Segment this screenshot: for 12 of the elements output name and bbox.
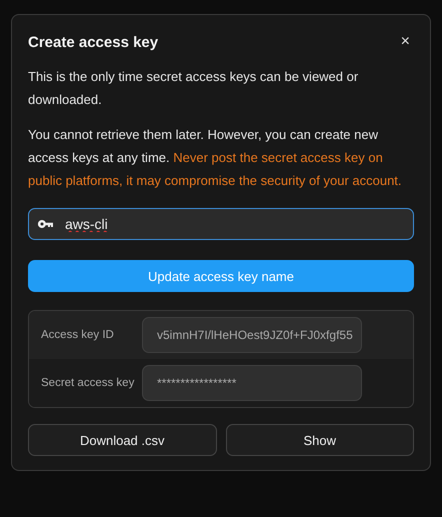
key-value: ***************** [142,365,362,401]
key-label: Access key ID [41,329,115,341]
download-button[interactable]: Download .csv [28,424,216,456]
close-button[interactable]: × [396,33,414,51]
notice-text: You cannot retrieve them later. However, you can create new access keys at any time. Never post the secret access key on public platforms, it may compromise the security of your account. [28,126,403,190]
key-value: v5imnH7I/lHeHOest9JZ0f+FJ0xfgf55 [142,317,362,353]
notice-text: This is the only time secret access keys can be viewed or downloaded. [28,68,360,109]
show-button[interactable]: Show [226,424,414,456]
name-field[interactable]: aws-cli [28,208,414,240]
dialog-title: Create access key [28,34,158,50]
key-icon [38,220,53,228]
key-label: Secret access key [41,377,136,389]
